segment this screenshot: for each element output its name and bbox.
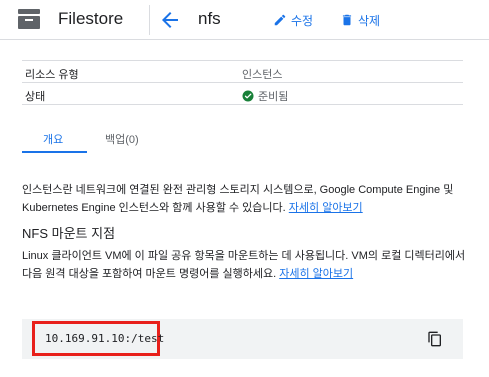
status-text: 준비됨	[258, 91, 289, 103]
delete-button[interactable]: 삭제	[340, 9, 380, 31]
header-divider	[149, 5, 150, 35]
tab-overview[interactable]: 개요	[43, 131, 63, 147]
mount-learn-more-link[interactable]: 자세히 알아보기	[279, 268, 353, 280]
filestore-icon	[18, 9, 40, 29]
mount-point-heading: NFS 마운트 지점	[22, 226, 116, 241]
info-row-status: 상태 준비됨	[22, 83, 463, 105]
overview-text: 인스턴스란 네트워크에 연결된 완전 관리형 스토리지 시스템으로, Googl…	[22, 184, 454, 214]
edit-button[interactable]: 수정	[273, 9, 313, 31]
info-key: 상태	[25, 91, 46, 103]
mount-text: Linux 클라이언트 VM에 이 파일 공유 항목을 마운트하는 데 사용됩니…	[22, 250, 466, 280]
copy-icon[interactable]	[427, 331, 443, 347]
overview-description: 인스턴스란 네트워크에 연결된 완전 관리형 스토리지 시스템으로, Googl…	[22, 181, 468, 217]
info-value: 인스턴스	[242, 66, 282, 82]
header: Filestore nfs 수정 삭제	[0, 0, 489, 40]
product-name: Filestore	[58, 9, 124, 28]
mount-point-text[interactable]: 10.169.91.10:/test	[45, 332, 164, 345]
arrow-back-icon[interactable]	[158, 8, 182, 32]
mount-point-code-box: 10.169.91.10:/test	[22, 319, 463, 359]
info-table: 리소스 유형 인스턴스 상태 준비됨	[22, 60, 463, 105]
info-row-resource-type: 리소스 유형 인스턴스	[22, 61, 463, 83]
trash-icon	[342, 14, 352, 26]
check-circle-icon	[242, 90, 254, 101]
mount-description: Linux 클라이언트 VM에 이 파일 공유 항목을 마운트하는 데 사용됩니…	[22, 247, 468, 283]
info-key: 리소스 유형	[25, 69, 79, 81]
edit-button-label: 수정	[291, 13, 314, 28]
tab-backups[interactable]: 백업(0)	[105, 131, 139, 147]
info-value-text: 인스턴스	[242, 69, 283, 81]
status-value: 준비됨	[242, 88, 288, 104]
delete-button-label: 삭제	[358, 13, 381, 28]
tab-indicator	[22, 151, 87, 153]
tab-bar: 개요 백업(0)	[22, 126, 222, 154]
page-title: nfs	[198, 9, 221, 28]
pencil-icon	[274, 14, 286, 26]
learn-more-link[interactable]: 자세히 알아보기	[289, 202, 363, 214]
